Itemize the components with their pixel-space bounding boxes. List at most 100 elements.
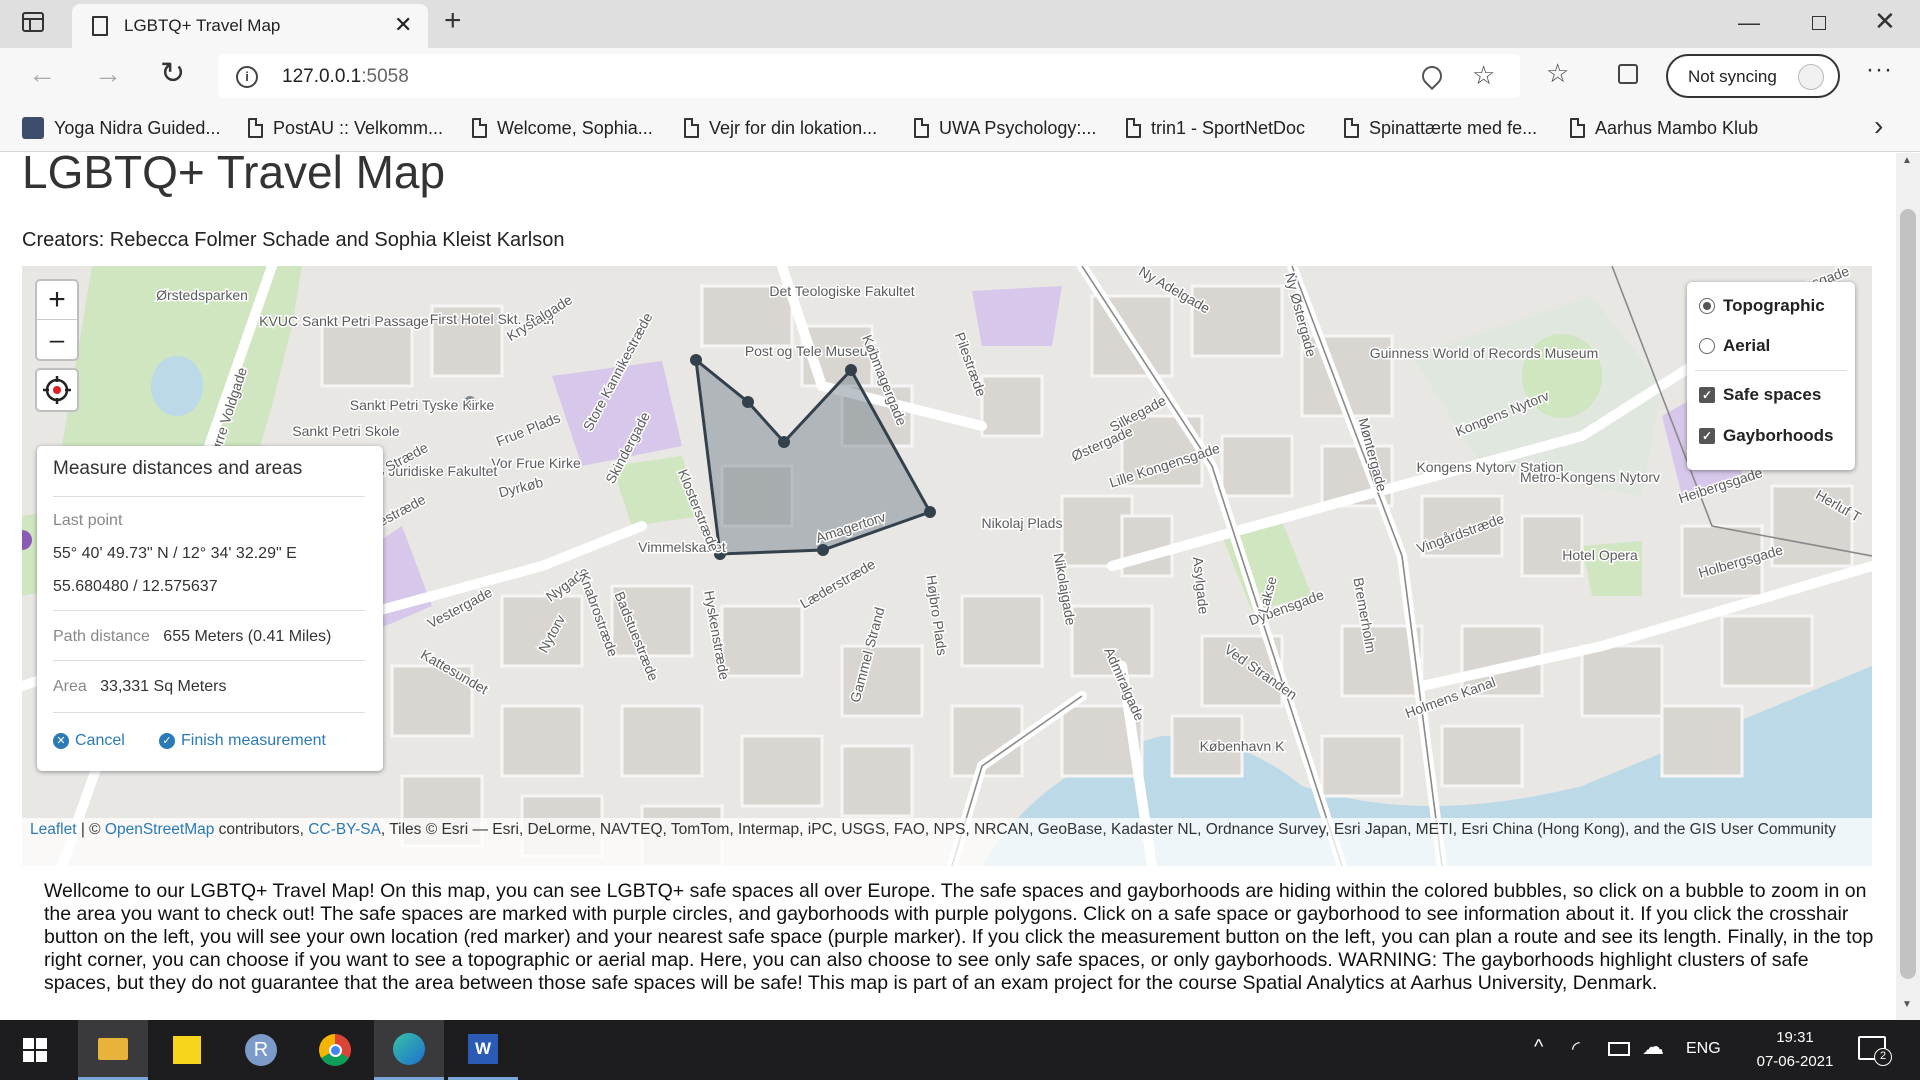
add-favorite-icon[interactable]: ☆ <box>1472 60 1495 91</box>
windows-taskbar: R W ^ ◜ ☁ ENG 19:31 07-06-2021 2 <box>0 1020 1920 1080</box>
zoom-in-button[interactable]: + <box>37 281 77 320</box>
forward-icon[interactable]: → <box>94 58 122 90</box>
scroll-down-icon[interactable]: ▼ <box>1902 999 1912 1010</box>
close-tab-icon[interactable]: ✕ <box>394 12 412 38</box>
checkbox-checked-icon: ✓ <box>1699 387 1715 403</box>
address-toolbar: ← → ↻ i 127.0.0.1:5058 ☆ ☆ Not syncing ·… <box>0 48 1920 104</box>
wifi-icon[interactable]: ◜ <box>1572 1036 1580 1061</box>
map-street-label: Ørstedsparken <box>156 287 248 303</box>
notification-center-icon[interactable]: 2 <box>1858 1036 1892 1066</box>
battery-icon[interactable] <box>1608 1042 1630 1056</box>
page-title: LGBTQ+ Travel Map <box>22 153 446 198</box>
r-app-icon[interactable]: R <box>226 1020 296 1080</box>
scroll-up-icon[interactable]: ▲ <box>1902 155 1912 166</box>
map-street-label: Post og Tele Museum <box>745 343 879 359</box>
page-icon <box>914 118 929 138</box>
clock[interactable]: 19:31 07-06-2021 <box>1740 1026 1850 1074</box>
file-explorer-icon[interactable] <box>78 1020 148 1080</box>
page-scrollbar[interactable]: ▲ ▼ <box>1896 153 1920 1020</box>
show-hidden-icons[interactable]: ^ <box>1534 1036 1543 1059</box>
map-street-label: Det Teologiske Fakultet <box>769 283 914 299</box>
collections-icon[interactable] <box>1618 64 1638 84</box>
bookmark-item[interactable]: PostAU :: Velkomm... <box>248 114 443 142</box>
windows-logo-icon <box>23 1038 47 1062</box>
creators-text: Creators: Rebecca Folmer Schade and Soph… <box>22 229 565 251</box>
area-label: Area <box>53 678 87 695</box>
new-tab-icon[interactable]: + <box>444 4 462 38</box>
zoom-out-button[interactable]: – <box>37 320 77 359</box>
clock-time: 19:31 <box>1776 1029 1814 1046</box>
bookmark-item[interactable]: trin1 - SportNetDoc <box>1126 114 1305 142</box>
map-street-label: Sankt Petri Skole <box>292 423 400 439</box>
sticky-notes-icon[interactable] <box>152 1020 222 1080</box>
edge-icon[interactable] <box>374 1020 444 1080</box>
clock-date: 07-06-2021 <box>1756 1053 1834 1070</box>
cancel-measurement-button[interactable]: ✕ Cancel <box>53 732 125 750</box>
leaflet-link[interactable]: Leaflet <box>30 821 77 838</box>
restore-icon[interactable] <box>1812 16 1826 30</box>
map-street-label: Nikolaj Plads <box>982 515 1063 531</box>
bookmark-item[interactable]: Spinattærte med fe... <box>1344 114 1537 142</box>
close-window-icon[interactable]: ✕ <box>1874 6 1896 37</box>
crosshair-icon <box>43 376 71 404</box>
tab-actions-icon[interactable] <box>22 12 44 32</box>
refresh-icon[interactable]: ↻ <box>160 56 185 91</box>
zoom-control: + – <box>35 279 79 361</box>
page-icon <box>1570 118 1585 138</box>
osm-link[interactable]: OpenStreetMap <box>105 821 214 838</box>
chrome-icon[interactable] <box>300 1020 370 1080</box>
sync-button[interactable]: Not syncing <box>1666 54 1840 98</box>
profile-avatar <box>1798 64 1824 90</box>
bookmark-item[interactable]: Vejr for din lokation... <box>684 114 877 142</box>
last-point-label: Last point <box>53 512 123 529</box>
area-value: 33,331 Sq Meters <box>100 678 227 695</box>
radio-checked-icon <box>1699 298 1715 314</box>
measure-heading: Measure distances and areas <box>53 458 303 479</box>
layer-control: Topographic Aerial ✓ Safe spaces ✓ Gaybo… <box>1687 282 1855 470</box>
bookmark-item[interactable]: Welcome, Sophia... <box>472 114 653 142</box>
onedrive-icon[interactable]: ☁ <box>1642 1034 1664 1060</box>
notification-count: 2 <box>1874 1048 1892 1066</box>
minimize-icon[interactable]: — <box>1738 10 1760 36</box>
safe-spaces-checkbox[interactable]: ✓ Safe spaces <box>1699 385 1821 405</box>
scroll-thumb[interactable] <box>1900 209 1916 979</box>
locate-button[interactable] <box>35 368 79 412</box>
map-street-label: Sankt Petri Tyske Kirke <box>350 397 495 413</box>
page-icon <box>684 118 699 138</box>
start-button[interactable] <box>0 1020 70 1080</box>
language-indicator[interactable]: ENG <box>1686 1040 1721 1058</box>
map-container[interactable]: Ørstedsparken KVUC Sankt Petri Passage Fir… <box>22 266 1872 866</box>
check-icon: ✓ <box>159 733 175 749</box>
aerial-radio[interactable]: Aerial <box>1699 336 1770 356</box>
favorites-icon[interactable]: ☆ <box>1546 58 1569 89</box>
word-icon[interactable]: W <box>448 1020 518 1080</box>
page-icon <box>1126 118 1141 138</box>
map-street-label: Vor Frue Kirke <box>491 455 581 471</box>
bookmark-item[interactable]: Yoga Nidra Guided... <box>22 114 220 142</box>
map-street-label: København K <box>1200 738 1285 754</box>
map-street-label: KVUC Sankt Petri Passage <box>259 313 429 329</box>
gayborhoods-checkbox[interactable]: ✓ Gayborhoods <box>1699 426 1834 446</box>
info-icon[interactable]: i <box>236 66 258 88</box>
address-field[interactable]: i 127.0.0.1:5058 ☆ <box>218 54 1520 98</box>
page-favicon <box>92 16 108 36</box>
bookmark-item[interactable]: Aarhus Mambo Klub <box>1570 114 1758 142</box>
page-icon <box>1344 118 1359 138</box>
bookmark-item[interactable]: UWA Psychology:... <box>914 114 1096 142</box>
checkbox-checked-icon: ✓ <box>1699 428 1715 444</box>
bookmarks-overflow-icon[interactable]: › <box>1874 110 1883 142</box>
page-icon <box>472 118 487 138</box>
tab-strip: LGBTQ+ Travel Map ✕ + — ✕ <box>0 0 1920 48</box>
map-street-label: Metro-Kongens Nytorv <box>1520 469 1660 485</box>
finish-measurement-button[interactable]: ✓ Finish measurement <box>159 732 326 750</box>
browser-tab[interactable]: LGBTQ+ Travel Map ✕ <box>72 4 428 48</box>
more-menu-icon[interactable]: ··· <box>1866 56 1893 84</box>
location-pin-icon[interactable] <box>1417 61 1447 91</box>
cc-by-sa-link[interactable]: CC-BY-SA <box>308 821 381 838</box>
url-host: 127.0.0.1 <box>282 66 362 87</box>
back-icon[interactable]: ← <box>28 58 56 90</box>
topographic-radio[interactable]: Topographic <box>1699 296 1825 316</box>
last-point-dms: 55° 40' 49.73" N / 12° 34' 32.29" E <box>53 545 297 562</box>
yoga-favicon-icon <box>22 117 44 139</box>
description-text: Wellcome to our LGBTQ+ Travel Map! On th… <box>44 880 1874 994</box>
